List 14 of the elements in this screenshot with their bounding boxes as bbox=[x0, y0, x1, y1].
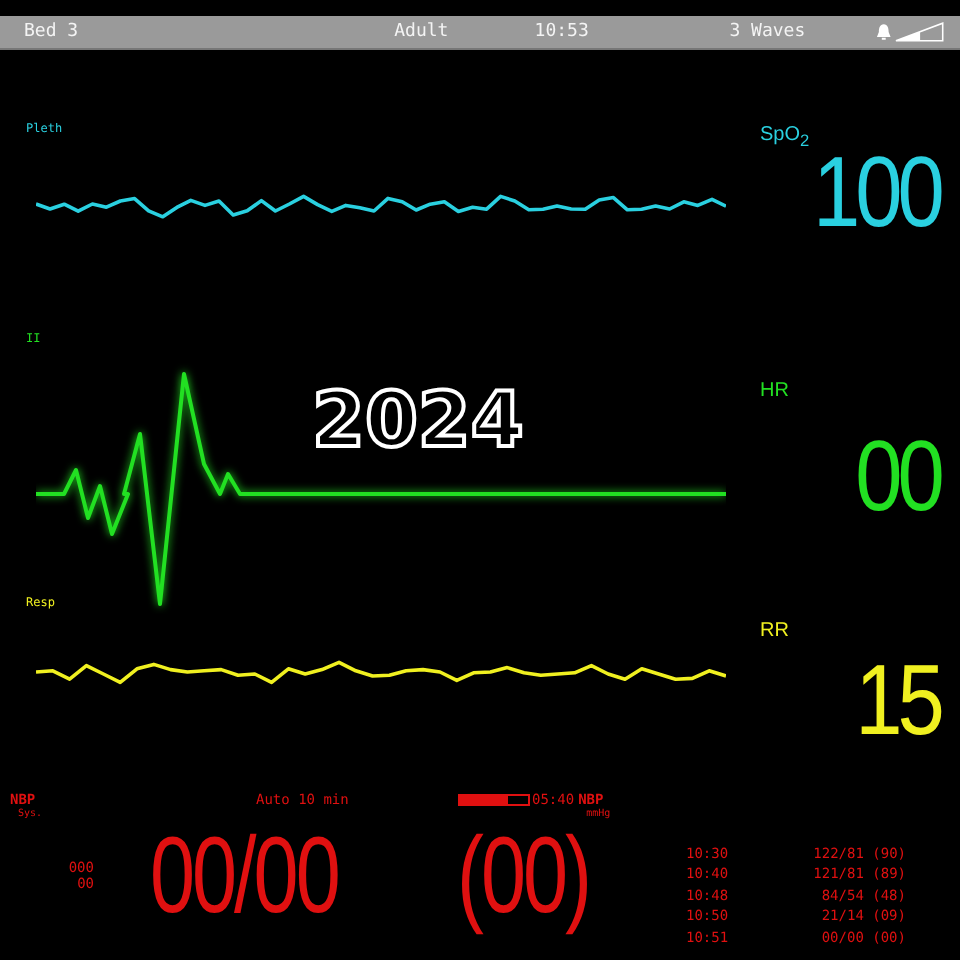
bell-icon[interactable] bbox=[873, 22, 894, 42]
vital-label: RR bbox=[758, 620, 791, 642]
signal-icon bbox=[893, 22, 944, 42]
vital-value: 00 bbox=[853, 426, 943, 526]
vital-label: HR bbox=[758, 380, 791, 402]
bed-label: Bed 3 bbox=[24, 22, 81, 42]
year-text: 2024 bbox=[312, 382, 524, 458]
nbp-reading: 00/00 bbox=[150, 814, 340, 940]
clock-time: 10:53 bbox=[534, 22, 591, 42]
vital-label: SpO$_{2}$ bbox=[758, 124, 812, 150]
vital-value: 100 bbox=[811, 142, 943, 242]
vital-value: 15 bbox=[853, 650, 943, 750]
patient-type: Adult bbox=[394, 22, 451, 42]
wave-layout-label: 3 Waves bbox=[729, 22, 808, 42]
